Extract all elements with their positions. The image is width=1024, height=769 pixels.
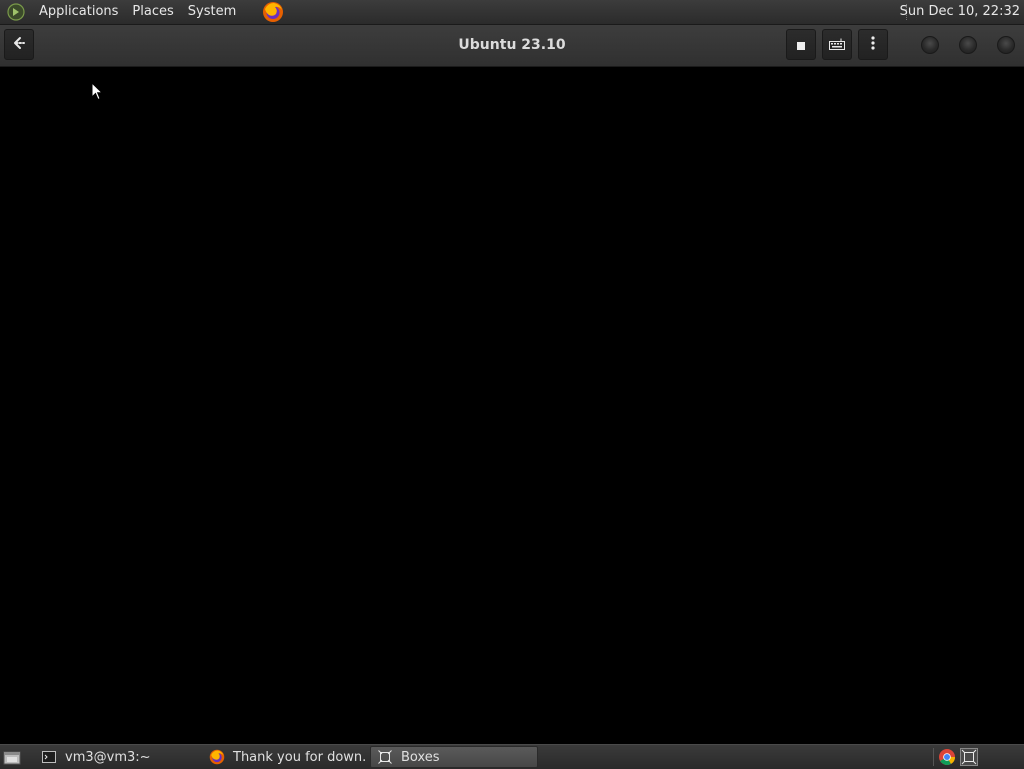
menu-system[interactable]: System (181, 0, 243, 24)
boxes-icon (377, 749, 393, 765)
taskbar-item-label: vm3@vm3:~ (65, 749, 151, 765)
mate-menu-icon[interactable] (6, 2, 26, 22)
clock[interactable]: Sun Dec 10, 22:32 (900, 0, 1020, 24)
taskbar-item-firefox[interactable]: Thank you for down... (202, 746, 368, 768)
boxes-tray-icon[interactable] (959, 747, 979, 767)
vm-display[interactable] (0, 67, 1024, 743)
firefox-launcher-icon[interactable] (261, 0, 285, 24)
bottom-panel: vm3@vm3:~ Thank you for down... Boxes (0, 744, 1024, 769)
mouse-pointer-icon (91, 81, 104, 105)
menu-button[interactable] (858, 29, 888, 60)
taskbar-item-terminal[interactable]: vm3@vm3:~ (34, 746, 200, 768)
firefox-icon (209, 749, 225, 765)
close-button[interactable] (997, 36, 1015, 54)
keyboard-button[interactable] (822, 29, 852, 60)
minimize-button[interactable] (921, 36, 939, 54)
stop-button[interactable] (786, 29, 816, 60)
menu-applications[interactable]: Applications (32, 0, 125, 24)
maximize-button[interactable] (959, 36, 977, 54)
stop-icon (797, 35, 805, 54)
taskbar-item-boxes[interactable]: Boxes (370, 746, 538, 768)
taskbar-item-label: Thank you for down... (233, 749, 368, 765)
taskbar-item-label: Boxes (401, 749, 440, 765)
top-panel: Applications Places System Sun Dec 10, 2… (0, 0, 1024, 25)
kebab-menu-icon (871, 35, 875, 54)
show-desktop-icon[interactable] (2, 748, 22, 766)
terminal-icon (41, 749, 57, 765)
chrome-icon[interactable] (937, 747, 957, 767)
menu-places[interactable]: Places (125, 0, 180, 24)
tray-separator (933, 748, 934, 766)
boxes-headerbar: Ubuntu 23.10 (0, 25, 1024, 67)
keyboard-icon (829, 35, 845, 54)
